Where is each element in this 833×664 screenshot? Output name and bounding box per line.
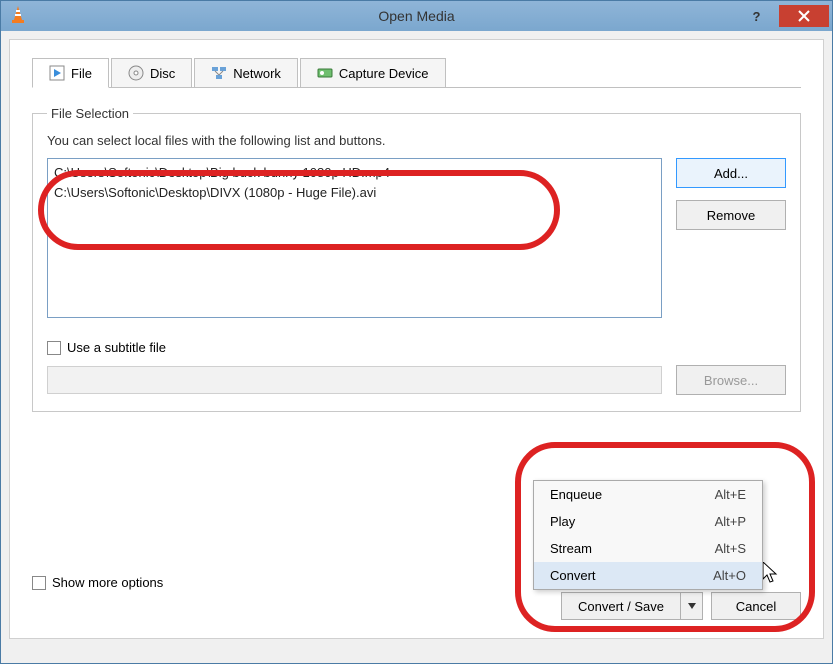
menu-item-label: Enqueue	[550, 487, 602, 502]
tab-label: Network	[233, 66, 281, 81]
menu-item-shortcut: Alt+O	[713, 568, 746, 583]
bottom-button-bar: Convert / Save Cancel	[561, 592, 801, 620]
remove-button[interactable]: Remove	[676, 200, 786, 230]
convert-save-split-button: Convert / Save	[561, 592, 703, 620]
capture-device-icon	[317, 65, 333, 81]
menu-item-shortcut: Alt+S	[715, 541, 746, 556]
file-selection-group: File Selection You can select local file…	[32, 106, 801, 412]
close-icon	[798, 10, 810, 22]
add-button[interactable]: Add...	[676, 158, 786, 188]
tab-label: Disc	[150, 66, 175, 81]
tab-file[interactable]: File	[32, 58, 109, 88]
tab-capture-device[interactable]: Capture Device	[300, 58, 446, 87]
subtitle-section: Use a subtitle file Browse...	[47, 340, 786, 395]
window-title: Open Media	[1, 8, 832, 24]
chevron-down-icon	[688, 603, 696, 609]
menu-item-shortcut: Alt+P	[715, 514, 746, 529]
browse-subtitle-button: Browse...	[676, 365, 786, 395]
file-tab-panel: File Selection You can select local file…	[32, 88, 801, 412]
convert-save-button[interactable]: Convert / Save	[561, 592, 681, 620]
menu-item-play[interactable]: Play Alt+P	[534, 508, 762, 535]
vlc-cone-icon	[9, 5, 27, 28]
network-icon	[211, 65, 227, 81]
cancel-button[interactable]: Cancel	[711, 592, 801, 620]
menu-item-enqueue[interactable]: Enqueue Alt+E	[534, 481, 762, 508]
file-selection-hint: You can select local files with the foll…	[47, 133, 786, 148]
file-play-icon	[49, 65, 65, 81]
tab-network[interactable]: Network	[194, 58, 298, 87]
menu-item-label: Stream	[550, 541, 592, 556]
use-subtitle-label: Use a subtitle file	[67, 340, 166, 355]
tab-label: File	[71, 66, 92, 81]
tab-strip: File Disc Network Capture Device	[32, 58, 801, 88]
file-list-item[interactable]: C:\Users\Softonic\Desktop\DIVX (1080p - …	[54, 183, 655, 203]
convert-save-dropdown-menu: Enqueue Alt+E Play Alt+P Stream Alt+S Co…	[533, 480, 763, 590]
dialog-content: File Disc Network Capture Device	[9, 39, 824, 639]
show-more-options-checkbox[interactable]	[32, 576, 46, 590]
menu-item-stream[interactable]: Stream Alt+S	[534, 535, 762, 562]
menu-item-shortcut: Alt+E	[715, 487, 746, 502]
menu-item-label: Convert	[550, 568, 596, 583]
show-more-options-label: Show more options	[52, 575, 163, 590]
close-button[interactable]	[779, 5, 829, 27]
disc-icon	[128, 65, 144, 81]
convert-save-dropdown-toggle[interactable]	[681, 592, 703, 620]
use-subtitle-checkbox[interactable]	[47, 341, 61, 355]
tab-label: Capture Device	[339, 66, 429, 81]
file-list-item[interactable]: C:\Users\Softonic\Desktop\Big buck bunny…	[54, 163, 655, 183]
subtitle-path-input	[47, 366, 662, 394]
menu-item-convert[interactable]: Convert Alt+O	[534, 562, 762, 589]
file-selection-legend: File Selection	[47, 106, 133, 121]
mouse-cursor-icon	[763, 562, 781, 584]
help-button[interactable]: ?	[734, 5, 779, 27]
titlebar: Open Media ?	[1, 1, 832, 31]
show-more-options-row: Show more options	[32, 575, 163, 590]
tab-disc[interactable]: Disc	[111, 58, 192, 87]
menu-item-label: Play	[550, 514, 575, 529]
open-media-dialog: Open Media ? File Disc	[0, 0, 833, 664]
file-list[interactable]: C:\Users\Softonic\Desktop\Big buck bunny…	[47, 158, 662, 318]
